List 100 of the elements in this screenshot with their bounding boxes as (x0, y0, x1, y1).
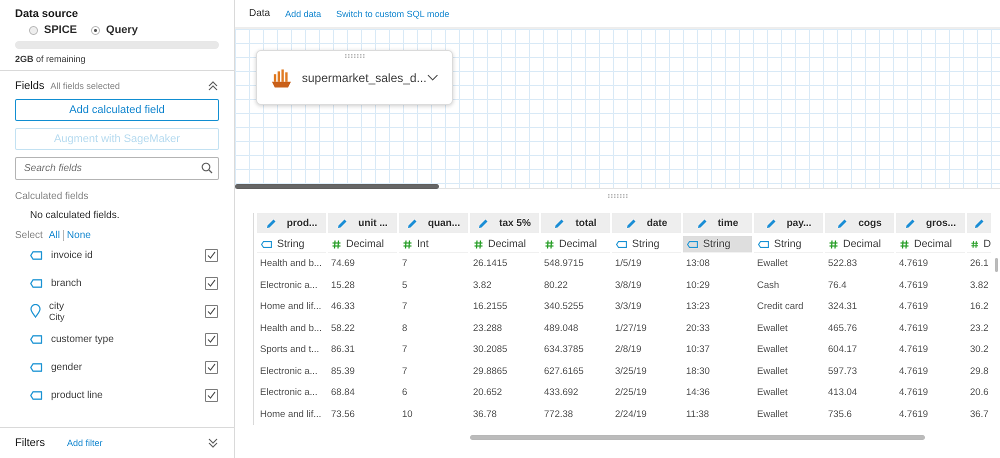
table-cell-text: Ewallet (756, 343, 789, 358)
column-header[interactable]: tax 5% (470, 213, 539, 233)
type-selector[interactable]: Decimal (470, 236, 539, 253)
table-cell-text: 85.39 (330, 364, 356, 379)
table-cell-text: 634.3785 (543, 343, 585, 358)
table-cell-text: 6 (401, 386, 408, 400)
add-calculated-field-button[interactable]: Add calculated field (15, 99, 219, 121)
table-cell-text: 4.7619 (898, 364, 930, 379)
column-header[interactable] (967, 213, 991, 233)
table-cell-text: 23.288 (472, 322, 504, 336)
type-selector[interactable]: Decimal (896, 236, 965, 253)
hash-icon (474, 240, 483, 248)
type-selector[interactable]: String (257, 236, 326, 253)
search-field[interactable]: Search fields (15, 157, 219, 180)
tag-icon (30, 250, 43, 260)
pencil-icon[interactable] (904, 218, 916, 228)
table-cell-text: 8 (401, 322, 408, 336)
column-header[interactable]: quan... (399, 213, 468, 233)
table-cell-text: 58.22 (330, 322, 356, 336)
radio-option[interactable]: Query (91, 24, 138, 36)
checkbox[interactable] (205, 360, 218, 374)
drag-handle-icon[interactable] (608, 194, 628, 198)
table-cell-text: 4.7619 (898, 257, 930, 272)
type-selector[interactable]: String (683, 236, 752, 253)
table-cell-text: Home and lif... (259, 408, 322, 422)
table-cell-text: Sports and t... (259, 343, 320, 358)
type-selector[interactable]: String (754, 236, 823, 253)
table-cell-text: Electronic a... (259, 364, 319, 379)
table-cell-text: 604.17 (827, 343, 858, 358)
location-pin-icon (30, 304, 41, 318)
table-cell-text: 76.4 (827, 278, 848, 293)
table-cell-text: 735.6 (827, 408, 853, 422)
checkbox[interactable] (205, 276, 218, 290)
column-header[interactable]: gros... (896, 213, 965, 233)
type-selector[interactable]: Decimal (328, 236, 397, 253)
table-cell-text: 14:36 (685, 386, 711, 400)
table-cell-text: 597.73 (827, 364, 858, 379)
table-cell-text: 86.31 (330, 343, 356, 358)
table-cell-text: 465.76 (827, 322, 858, 336)
tag-icon (616, 240, 627, 248)
table-cell-text: 74.69 (330, 257, 356, 272)
table-cell-text: 26.1 (969, 257, 990, 272)
toolbar-title: Data (249, 8, 270, 19)
toolbar-link[interactable]: Switch to custom SQL mode (336, 8, 450, 18)
pencil-icon[interactable] (696, 218, 708, 228)
table-cell-text: 23.2 (969, 322, 990, 336)
collapse-icon[interactable] (207, 81, 219, 91)
table-cell-text: 80.22 (543, 278, 569, 293)
table-cell-text: 7 (401, 257, 408, 272)
dataset-name: supermarket_sales_d... (302, 70, 427, 84)
table-cell-text: 4.7619 (898, 278, 930, 293)
type-selector[interactable]: Int (399, 236, 468, 253)
column-header[interactable]: total (541, 213, 610, 233)
table-cell-text: 2/24/19 (614, 408, 648, 422)
checkbox[interactable] (205, 248, 218, 262)
pencil-icon[interactable] (766, 218, 777, 228)
table-cell-text: 7 (401, 343, 408, 358)
checkbox[interactable] (205, 332, 218, 346)
type-selector[interactable]: String (612, 236, 681, 253)
table-cell-text: Ewallet (756, 408, 789, 422)
table-cell-text: 2/8/19 (614, 343, 642, 358)
type-selector[interactable]: Decimal (541, 236, 610, 253)
pencil-icon[interactable] (837, 218, 848, 228)
dataset-card[interactable]: supermarket_sales_d... (256, 50, 453, 105)
checkbox[interactable] (205, 388, 218, 402)
expand-icon[interactable] (207, 438, 219, 448)
drag-handle-icon[interactable] (345, 54, 365, 58)
hash-icon (829, 240, 838, 248)
pencil-icon[interactable] (626, 218, 637, 228)
table-cell-text: 7 (401, 300, 408, 314)
pencil-icon[interactable] (337, 218, 348, 228)
table-cell-text: Ewallet (756, 386, 789, 400)
search-icon (201, 162, 213, 174)
table-cell-text: Ewallet (756, 364, 789, 379)
table-cell-text: 3.82 (472, 278, 492, 293)
type-selector[interactable]: Decimal (825, 236, 894, 253)
select-label: Select (15, 230, 43, 241)
column-header[interactable]: time (683, 213, 752, 233)
column-header[interactable]: prod... (257, 213, 326, 233)
chevron-down-icon[interactable] (426, 74, 438, 81)
pencil-icon[interactable] (266, 218, 277, 228)
toolbar-link[interactable]: Add data (285, 8, 322, 18)
type-selector[interactable]: D (967, 236, 991, 253)
tag-icon (30, 334, 43, 344)
column-header[interactable]: date (612, 213, 681, 233)
select-none-link[interactable]: None (66, 230, 91, 241)
pencil-icon[interactable] (478, 218, 490, 228)
add-filter-link[interactable]: Add filter (66, 438, 102, 448)
column-header[interactable]: unit ... (328, 213, 397, 233)
pencil-icon[interactable] (554, 218, 566, 228)
table-cell-text: Electronic a... (259, 386, 319, 400)
table-cell-text: 20:33 (685, 322, 711, 336)
table-cell-text: 73.56 (330, 408, 356, 422)
radio-option[interactable]: SPICE (29, 24, 78, 36)
pencil-icon[interactable] (974, 218, 984, 228)
pencil-icon[interactable] (406, 218, 418, 228)
column-header[interactable]: pay... (754, 213, 823, 233)
column-header[interactable]: cogs (825, 213, 894, 233)
select-all-link[interactable]: All (48, 230, 60, 241)
checkbox[interactable] (205, 304, 218, 318)
